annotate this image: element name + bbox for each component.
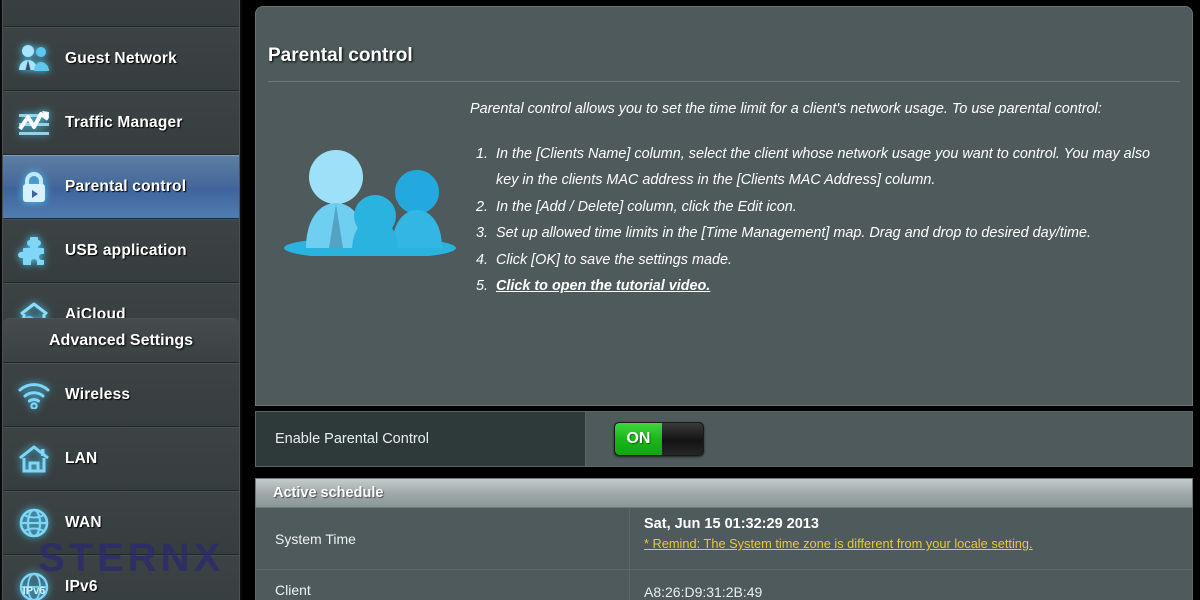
instructions-text: Parental control allows you to set the t…	[470, 96, 1178, 300]
system-time-label: System Time	[256, 508, 630, 569]
enable-parental-control-row: Enable Parental Control ON	[255, 411, 1193, 467]
parental-control-card: Parental control Parental control allows…	[255, 6, 1193, 406]
sidebar-primary-nav: Guest Network Traffic Manager Parental c…	[2, 0, 240, 348]
intro-paragraph: Parental control allows you to set the t…	[470, 101, 1102, 117]
sidebar-item-ipv6[interactable]: IPv6 IPv6	[3, 555, 239, 600]
sidebar-item-label: WAN	[65, 514, 102, 531]
page-title: Parental control	[268, 45, 413, 66]
instruction-step: Set up allowed time limits in the [Time …	[492, 220, 1158, 247]
house-icon	[3, 444, 65, 474]
table-row: System Time Sat, Jun 15 01:32:29 2013 * …	[255, 508, 1193, 570]
instruction-list: In the [Clients Name] column, select the…	[492, 141, 1158, 300]
globe-icon	[3, 507, 65, 539]
sidebar-item-label: Traffic Manager	[65, 114, 183, 131]
client-cell: A8:26:D9:31:2B:49	[630, 570, 1192, 600]
sidebar-item-label: Parental control	[65, 178, 187, 195]
enable-parental-control-toggle[interactable]: ON	[614, 422, 704, 456]
sidebar-item-guest-network-real[interactable]: Guest Network	[3, 27, 239, 91]
active-schedule-table: Active schedule System Time Sat, Jun 15 …	[255, 478, 1193, 600]
sidebar-item-label: IPv6	[65, 578, 98, 595]
sidebar-advanced-nav: Advanced Settings Wireless LAN WAN IPv6 …	[2, 318, 240, 600]
sidebar-item-label: Wireless	[65, 386, 131, 403]
lock-icon	[3, 170, 65, 204]
toggle-on-label: ON	[615, 423, 662, 455]
table-row: Client A8:26:D9:31:2B:49	[255, 570, 1193, 600]
sidebar-item-wan[interactable]: WAN	[3, 491, 239, 555]
sidebar-item-guest-network[interactable]	[3, 0, 239, 27]
system-time-value: Sat, Jun 15 01:32:29 2013	[644, 516, 819, 532]
system-time-remind-link[interactable]: * Remind: The System time zone is differ…	[644, 536, 1192, 551]
main-content: Parental control Parental control allows…	[255, 6, 1193, 600]
sidebar-item-traffic-manager[interactable]: Traffic Manager	[3, 91, 239, 155]
client-mac-value: A8:26:D9:31:2B:49	[644, 584, 763, 600]
sidebar-item-label: USB application	[65, 242, 187, 259]
puzzle-icon	[3, 235, 65, 267]
sidebar-item-parental-control[interactable]: Parental control	[3, 155, 239, 219]
sidebar-item-usb-application[interactable]: USB application	[3, 219, 239, 283]
system-time-cell: Sat, Jun 15 01:32:29 2013 * Remind: The …	[630, 508, 1192, 569]
users-group-icon	[3, 44, 65, 74]
sidebar: Guest Network Traffic Manager Parental c…	[0, 0, 242, 600]
instruction-step: In the [Clients Name] column, select the…	[492, 141, 1158, 194]
description-area: Parental control allows you to set the t…	[256, 82, 1192, 314]
toggle-knob[interactable]	[661, 423, 703, 455]
wifi-icon	[3, 381, 65, 409]
sidebar-item-label: LAN	[65, 450, 98, 467]
family-illustration-icon	[270, 96, 470, 300]
sidebar-item-label: Guest Network	[65, 50, 177, 67]
instruction-step: In the [Add / Delete] column, click the …	[492, 194, 1158, 221]
tutorial-video-link[interactable]: Click to open the tutorial video.	[496, 278, 710, 294]
active-schedule-header: Active schedule	[255, 478, 1193, 508]
ipv6-globe-icon: IPv6	[3, 571, 65, 600]
instruction-step-tutorial[interactable]: Click to open the tutorial video.	[492, 273, 1158, 300]
advanced-settings-header: Advanced Settings	[3, 319, 239, 363]
client-label: Client	[256, 570, 630, 600]
sidebar-item-wireless[interactable]: Wireless	[3, 363, 239, 427]
enable-parental-control-control: ON	[586, 412, 1192, 466]
svg-text:IPv6: IPv6	[23, 585, 46, 597]
enable-parental-control-label: Enable Parental Control	[256, 412, 586, 466]
chart-line-icon	[3, 108, 65, 138]
instruction-step: Click [OK] to save the settings made.	[492, 247, 1158, 274]
active-indicator-arrow-icon	[239, 156, 240, 220]
sidebar-item-lan[interactable]: LAN	[3, 427, 239, 491]
